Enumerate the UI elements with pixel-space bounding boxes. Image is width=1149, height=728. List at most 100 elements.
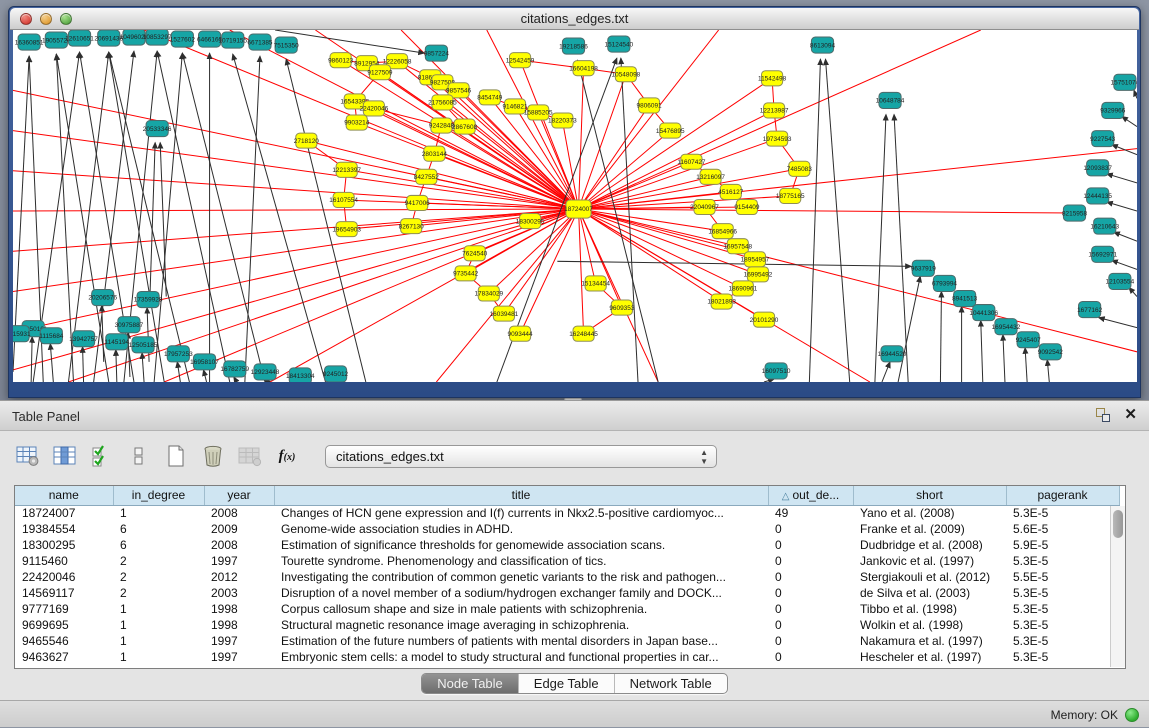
table-vertical-scrollbar[interactable]: [1110, 506, 1125, 667]
node-label: 15885205: [524, 110, 553, 117]
citation-edge-black[interactable]: [1099, 318, 1137, 328]
node-label: 9245407: [1016, 337, 1042, 344]
column-header-title[interactable]: title: [274, 486, 768, 505]
status-bar: Memory: OK: [0, 700, 1149, 727]
node-label: 9245012: [323, 371, 349, 378]
table-row[interactable]: 977716911998Corpus callosum shape and si…: [15, 601, 1119, 617]
row-height-icon[interactable]: [126, 443, 152, 469]
node-label: 16248445: [569, 331, 598, 338]
table-row[interactable]: 2242004622012Investigating the contribut…: [15, 569, 1119, 585]
column-header-out-degree[interactable]: △out_de...: [768, 486, 853, 505]
citation-edge-black[interactable]: [147, 308, 149, 362]
citation-edge-red[interactable]: [579, 209, 622, 308]
table-row[interactable]: 911546021997Tourette syndrome. Phenomeno…: [15, 553, 1119, 569]
node-label: 12444135: [1083, 193, 1112, 200]
node-label: 11607427: [677, 159, 706, 166]
select-rows-icon[interactable]: [89, 443, 115, 469]
citation-edge-red[interactable]: [579, 209, 1075, 213]
node-label: 16097510: [762, 368, 791, 375]
node-label: 6793994: [932, 281, 958, 288]
column-header-pagerank[interactable]: pagerank: [1006, 486, 1119, 505]
citation-edge-red[interactable]: [579, 68, 584, 209]
network-window-titlebar[interactable]: citations_edges.txt: [10, 8, 1139, 30]
citation-edge-black[interactable]: [116, 350, 117, 382]
table-row[interactable]: 1830029562008Estimation of significance …: [15, 537, 1119, 553]
table-row[interactable]: 946554611997Estimation of the future num…: [15, 633, 1119, 649]
node-label: 22420046: [360, 106, 389, 113]
node-label: 9735442: [453, 271, 479, 278]
citation-edge-red[interactable]: [13, 209, 579, 291]
delete-column-icon[interactable]: [200, 443, 226, 469]
citation-edge-black[interactable]: [1025, 348, 1027, 382]
float-panel-icon[interactable]: [1096, 408, 1110, 422]
citation-edge-black[interactable]: [1047, 360, 1049, 382]
table-mode-icon[interactable]: [15, 443, 41, 469]
column-header-year[interactable]: year: [204, 486, 274, 505]
node-label: 22040967: [690, 204, 719, 211]
show-columns-icon[interactable]: [52, 443, 78, 469]
citation-edge-red[interactable]: [13, 209, 579, 211]
table-row[interactable]: 1872400712008Changes of HCN gene express…: [15, 505, 1119, 521]
citation-edge-black[interactable]: [1107, 202, 1137, 211]
column-header-name[interactable]: name: [15, 486, 113, 505]
table-row[interactable]: 1938455462009Genome-wide association stu…: [15, 521, 1119, 537]
table-row[interactable]: 969969511998Structural magnetic resonanc…: [15, 617, 1119, 633]
node-label: 9609353: [609, 305, 635, 312]
column-header-short[interactable]: short: [853, 486, 1006, 505]
citation-edge-black[interactable]: [1114, 232, 1137, 241]
new-column-icon[interactable]: [163, 443, 189, 469]
node-label: 1527602: [170, 36, 196, 43]
tab-node-table[interactable]: Node Table: [422, 674, 518, 693]
citation-edge-black[interactable]: [31, 337, 32, 382]
node-label: 2718120: [294, 138, 320, 145]
node-label: 10648784: [876, 98, 905, 105]
citation-edge-red[interactable]: [347, 170, 579, 209]
node-table: name in_degree year title △out_de... sho…: [14, 485, 1126, 669]
citation-edge-black[interactable]: [809, 59, 820, 382]
node-label: 9637919: [911, 266, 937, 273]
citation-edge-black[interactable]: [940, 291, 941, 382]
network-table-selector[interactable]: citations_edges.txt ▲▼: [325, 445, 717, 468]
citation-edge-black[interactable]: [50, 344, 53, 382]
citation-edge-black[interactable]: [1129, 287, 1137, 296]
node-label: 10719155: [218, 37, 247, 44]
node-label: 12542459: [506, 57, 535, 64]
node-label: 7515350: [274, 42, 300, 49]
node-label: 10441306: [969, 310, 998, 317]
column-header-in-degree[interactable]: in_degree: [113, 486, 204, 505]
close-panel-icon[interactable]: ✕: [1124, 408, 1137, 422]
citation-edge-black[interactable]: [1134, 90, 1137, 98]
citation-edge-red[interactable]: [579, 209, 1137, 352]
citation-edge-black[interactable]: [150, 143, 155, 292]
network-view-canvas[interactable]: 1636085119055724126106512069143610496020…: [13, 30, 1137, 382]
table-row[interactable]: 946362711997Embryonic stem cells: a mode…: [15, 649, 1119, 665]
citation-edge-black[interactable]: [102, 306, 104, 362]
citation-edge-black[interactable]: [234, 377, 237, 382]
tab-network-table[interactable]: Network Table: [614, 674, 727, 693]
tab-edge-table[interactable]: Edge Table: [518, 674, 614, 693]
citation-edge-black[interactable]: [875, 114, 886, 382]
citation-edge-black[interactable]: [177, 362, 180, 382]
citation-edge-red[interactable]: [579, 30, 719, 209]
citation-edge-black[interactable]: [1003, 335, 1005, 382]
table-row[interactable]: 1456911722003Disruption of a novel membe…: [15, 585, 1119, 601]
citation-edge-black[interactable]: [1112, 145, 1137, 155]
citation-edge-red[interactable]: [579, 30, 981, 209]
scrollbar-thumb[interactable]: [1113, 510, 1123, 538]
citation-edge-black[interactable]: [1107, 174, 1137, 183]
memory-status-icon[interactable]: [1125, 708, 1139, 722]
citation-edge-black[interactable]: [826, 59, 850, 382]
node-label: 8215958: [1062, 210, 1088, 217]
desktop-background: citations_edges.txt 16360851190557241261…: [0, 0, 1149, 400]
citation-edge-red[interactable]: [441, 126, 578, 209]
citation-edge-black[interactable]: [1112, 260, 1137, 269]
citation-edge-black[interactable]: [981, 321, 983, 382]
citation-edge-black[interactable]: [1122, 116, 1137, 126]
node-label: 18954957: [741, 257, 770, 264]
node-label: 18413304: [286, 373, 315, 380]
citation-edge-black[interactable]: [898, 276, 920, 382]
function-builder-icon[interactable]: f(x): [274, 443, 300, 469]
node-label: 9154409: [734, 204, 760, 211]
citation-edge-black[interactable]: [204, 370, 207, 382]
citation-edge-black[interactable]: [882, 362, 890, 382]
